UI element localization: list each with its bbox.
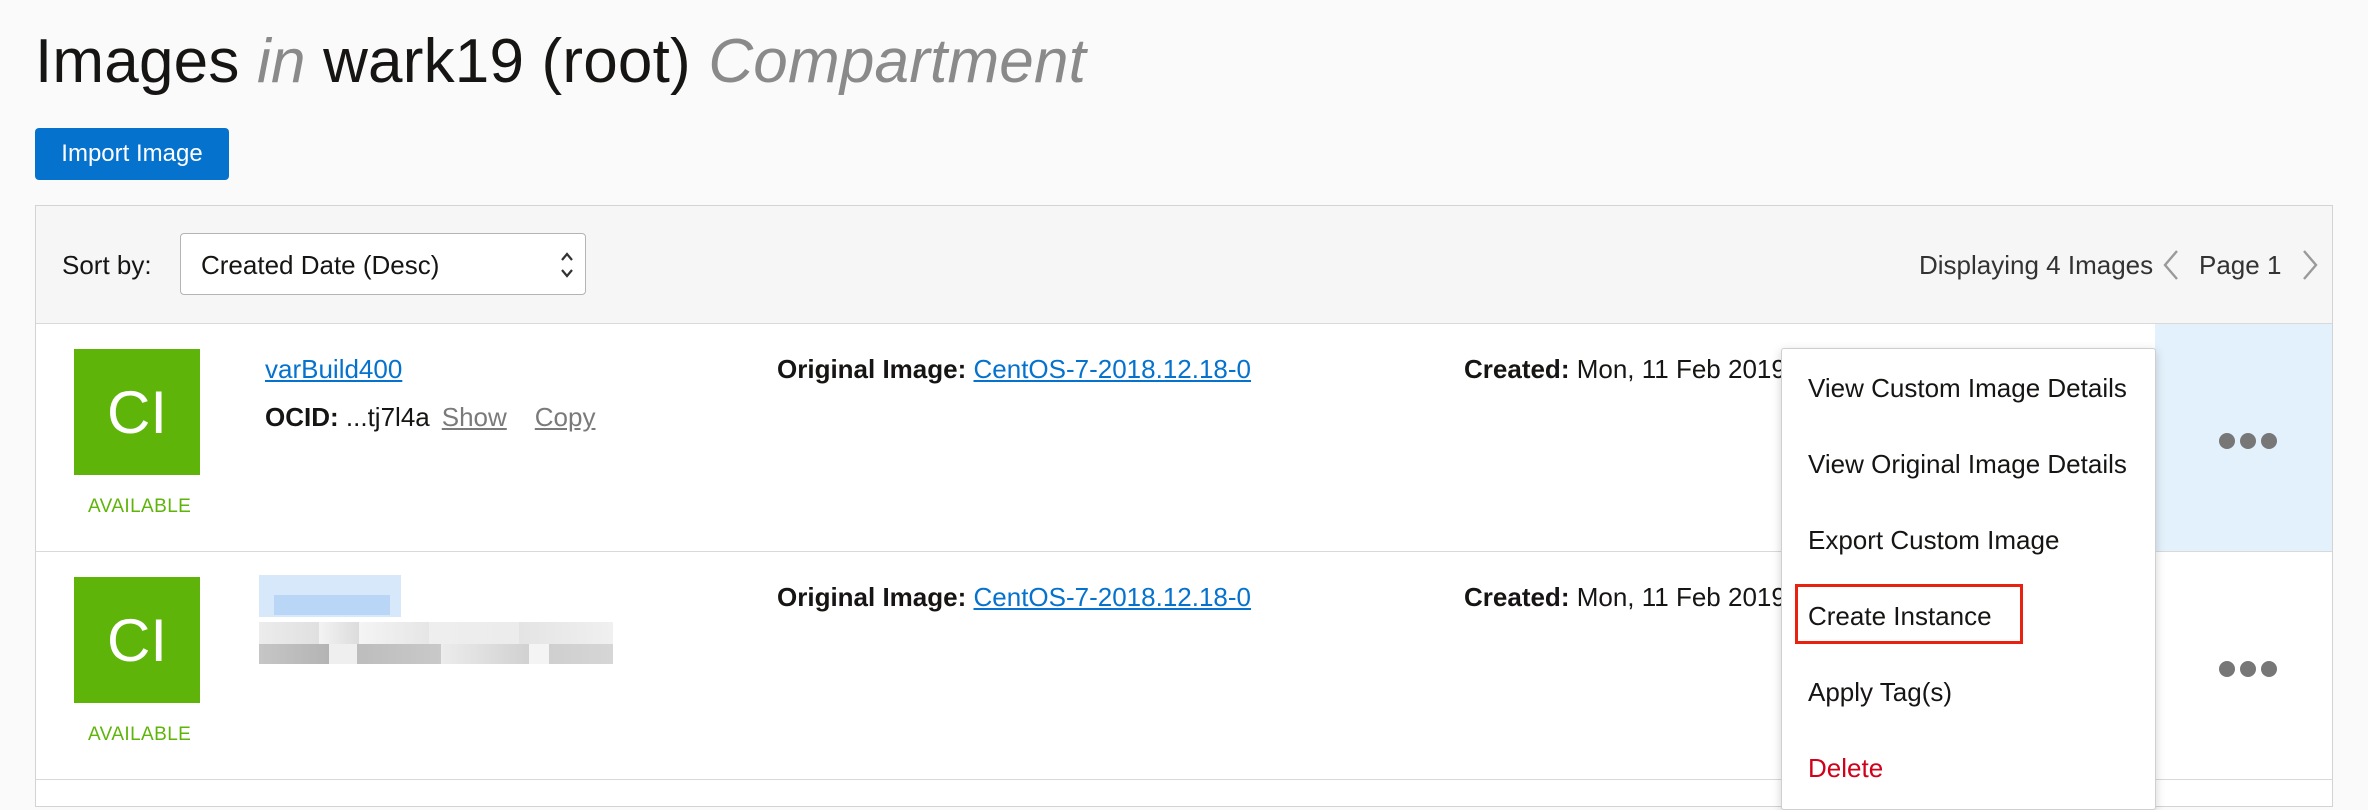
image-tile: CI: [74, 577, 200, 703]
ocid-copy-link[interactable]: Copy: [535, 402, 596, 432]
created-date: Created: Mon, 11 Feb 2019: [1464, 582, 1786, 613]
ocid-label: OCID:: [265, 402, 339, 432]
ocid-value: ...tj7l4a: [345, 402, 430, 432]
up-down-chevron-icon: [561, 252, 573, 278]
created-date: Created: Mon, 11 Feb 2019: [1464, 354, 1786, 385]
redacted-ocid-shade: [259, 644, 613, 664]
highlight-annotation: [1795, 584, 2023, 644]
original-image-label: Original Image:: [777, 354, 967, 384]
menu-export-custom-image[interactable]: Export Custom Image: [1808, 525, 2059, 555]
original-image: Original Image: CentOS-7-2018.12.18-0: [777, 582, 1251, 613]
page-title-main: Images: [35, 27, 240, 96]
created-value: Mon, 11 Feb 2019: [1576, 354, 1786, 384]
menu-apply-tags[interactable]: Apply Tag(s): [1808, 677, 1952, 707]
original-image: Original Image: CentOS-7-2018.12.18-0: [777, 354, 1251, 385]
page-title-compartment: wark19 (root): [323, 27, 691, 96]
original-image-link[interactable]: CentOS-7-2018.12.18-0: [974, 354, 1252, 384]
more-horizontal-icon[interactable]: [2218, 660, 2278, 678]
more-horizontal-icon[interactable]: [2218, 432, 2278, 450]
sort-select[interactable]: Created Date (Desc): [180, 233, 586, 295]
page-indicator: Page 1: [2199, 250, 2282, 280]
row-actions-menu: View Custom Image Details View Original …: [1781, 348, 2156, 810]
created-label: Created:: [1464, 582, 1570, 612]
page-title: Images in wark19 (root) Compartment: [35, 22, 1086, 102]
sort-label: Sort by:: [62, 250, 152, 280]
menu-delete[interactable]: Delete: [1808, 753, 1883, 783]
menu-view-original-image-details[interactable]: View Original Image Details: [1808, 449, 2127, 479]
image-tile: CI: [74, 349, 200, 475]
list-toolbar: Sort by: Created Date (Desc) Displaying …: [36, 206, 2332, 324]
created-label: Created:: [1464, 354, 1570, 384]
original-image-label: Original Image:: [777, 582, 967, 612]
image-name-link[interactable]: varBuild400: [265, 354, 402, 385]
page-title-suffix: Compartment: [708, 27, 1087, 96]
chevron-right-icon[interactable]: [2301, 248, 2319, 282]
chevron-left-icon[interactable]: [2162, 248, 2180, 282]
redacted-name-shade: [274, 595, 390, 615]
original-image-link[interactable]: CentOS-7-2018.12.18-0: [974, 582, 1252, 612]
ocid-line: OCID: ...tj7l4a Show Copy: [265, 402, 595, 433]
ocid-show-link[interactable]: Show: [442, 402, 507, 432]
page-title-in: in: [256, 27, 306, 96]
sort-select-value: Created Date (Desc): [201, 250, 440, 280]
status-badge: AVAILABLE: [88, 724, 192, 745]
created-value: Mon, 11 Feb 2019: [1576, 582, 1786, 612]
status-badge: AVAILABLE: [88, 496, 192, 517]
displaying-count: Displaying 4 Images: [1919, 250, 2154, 280]
menu-view-custom-image-details[interactable]: View Custom Image Details: [1808, 373, 2127, 403]
import-image-button[interactable]: Import Image: [35, 128, 229, 180]
